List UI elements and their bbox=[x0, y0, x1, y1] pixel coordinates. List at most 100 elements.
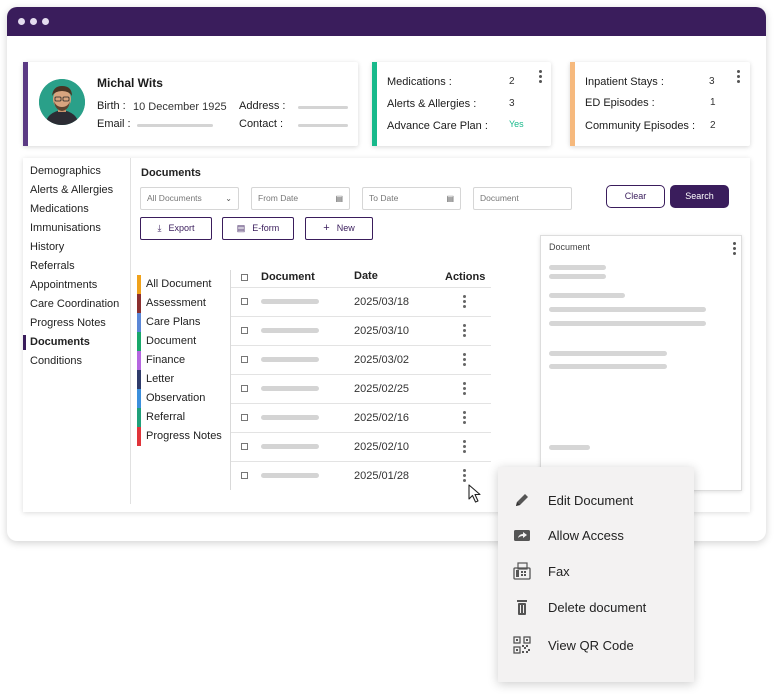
table-row[interactable]: 2025/02/25 bbox=[231, 374, 491, 403]
birth-value: 10 December 1925 bbox=[133, 101, 227, 113]
menu-item-fax[interactable]: Fax bbox=[498, 559, 694, 583]
menu-item-edit-document[interactable]: Edit Document bbox=[498, 488, 694, 512]
patient-name: Michal Wits bbox=[97, 76, 163, 90]
new-button-label: New bbox=[336, 223, 355, 233]
from-date-field[interactable]: From Date ▤ bbox=[251, 187, 350, 210]
search-button[interactable]: Search bbox=[670, 185, 729, 208]
row-actions-icon[interactable] bbox=[463, 324, 466, 339]
preview-content-line bbox=[549, 351, 667, 356]
type-stripe bbox=[137, 332, 141, 351]
document-name-placeholder bbox=[261, 328, 319, 333]
row-checkbox[interactable] bbox=[241, 385, 248, 392]
title-bar bbox=[7, 7, 766, 36]
calendar-icon: ▤ bbox=[335, 194, 343, 203]
window-dot-icon[interactable] bbox=[18, 18, 25, 25]
doc-type-referral[interactable]: Referral bbox=[137, 408, 222, 427]
eform-button[interactable]: ▤ E-form bbox=[222, 217, 294, 240]
doc-type-progress-notes[interactable]: Progress Notes bbox=[137, 427, 222, 446]
type-stripe bbox=[137, 370, 141, 389]
row-checkbox[interactable] bbox=[241, 414, 248, 421]
email-label: Email : bbox=[97, 118, 131, 130]
share-icon bbox=[514, 530, 530, 541]
preview-content-line bbox=[549, 293, 625, 298]
preview-content-line bbox=[549, 265, 606, 270]
doc-type-document[interactable]: Document bbox=[137, 332, 222, 351]
table-row[interactable]: 2025/02/16 bbox=[231, 403, 491, 432]
window-dot-icon[interactable] bbox=[30, 18, 37, 25]
sidebar-item-progress-notes[interactable]: Progress Notes bbox=[23, 314, 130, 333]
row-actions-icon[interactable] bbox=[463, 353, 466, 368]
doc-type-letter[interactable]: Letter bbox=[137, 370, 222, 389]
to-date-placeholder: To Date bbox=[369, 193, 399, 203]
summary-card-menu-icon[interactable] bbox=[539, 70, 542, 85]
row-date: 2025/02/16 bbox=[354, 412, 410, 424]
episodes-card-accent bbox=[570, 62, 575, 146]
document-type-select[interactable]: All Documents ⌄ bbox=[140, 187, 239, 210]
table-row[interactable]: 2025/01/28 bbox=[231, 461, 491, 490]
row-checkbox[interactable] bbox=[241, 356, 248, 363]
preview-menu-icon[interactable] bbox=[733, 242, 736, 257]
select-all-checkbox[interactable] bbox=[241, 274, 248, 281]
table-row[interactable]: 2025/03/02 bbox=[231, 345, 491, 374]
type-stripe bbox=[137, 427, 141, 446]
document-search-input[interactable]: Document bbox=[473, 187, 572, 210]
row-actions-icon[interactable] bbox=[463, 295, 466, 310]
table-row[interactable]: 2025/03/10 bbox=[231, 316, 491, 345]
sidebar-item-documents[interactable]: Documents bbox=[23, 333, 130, 352]
sidebar-item-appointments[interactable]: Appointments bbox=[23, 276, 130, 295]
sidebar-item-demographics[interactable]: Demographics bbox=[23, 162, 130, 181]
doc-type-label: Care Plans bbox=[146, 316, 201, 328]
preview-content-line bbox=[549, 307, 706, 312]
row-checkbox[interactable] bbox=[241, 472, 248, 479]
table-row[interactable]: 2025/03/18 bbox=[231, 287, 491, 316]
doc-type-observation[interactable]: Observation bbox=[137, 389, 222, 408]
sidebar-item-medications[interactable]: Medications bbox=[23, 200, 130, 219]
export-button[interactable]: ⤓ Export bbox=[140, 217, 212, 240]
eform-button-label: E-form bbox=[252, 223, 280, 233]
row-actions-icon[interactable] bbox=[463, 382, 466, 397]
document-name-placeholder bbox=[261, 386, 319, 391]
row-checkbox[interactable] bbox=[241, 327, 248, 334]
menu-item-label: Allow Access bbox=[548, 527, 624, 543]
row-actions-icon[interactable] bbox=[463, 440, 466, 455]
to-date-field[interactable]: To Date ▤ bbox=[362, 187, 461, 210]
sidebar-item-care-coordination[interactable]: Care Coordination bbox=[23, 295, 130, 314]
sidebar-item-history[interactable]: History bbox=[23, 238, 130, 257]
chevron-down-icon: ⌄ bbox=[225, 194, 232, 203]
contact-placeholder-line bbox=[298, 124, 348, 127]
doc-type-label: Assessment bbox=[146, 297, 206, 309]
patient-card: Michal Wits Birth : 10 December 1925 Ema… bbox=[23, 62, 358, 146]
doc-type-all-document[interactable]: All Document bbox=[137, 275, 222, 294]
menu-item-delete-document[interactable]: Delete document bbox=[498, 595, 694, 619]
doc-type-finance[interactable]: Finance bbox=[137, 351, 222, 370]
doc-type-label: All Document bbox=[146, 278, 212, 290]
doc-type-label: Referral bbox=[146, 411, 186, 423]
row-checkbox[interactable] bbox=[241, 443, 248, 450]
sidebar-item-referrals[interactable]: Referrals bbox=[23, 257, 130, 276]
menu-item-view-qr-code[interactable]: View QR Code bbox=[498, 633, 694, 657]
sidebar-item-immunisations[interactable]: Immunisations bbox=[23, 219, 130, 238]
window-dot-icon[interactable] bbox=[42, 18, 49, 25]
table-row[interactable]: 2025/02/10 bbox=[231, 432, 491, 461]
menu-item-label: View QR Code bbox=[548, 637, 634, 653]
document-type-select-value: All Documents bbox=[147, 193, 202, 203]
doc-type-assessment[interactable]: Assessment bbox=[137, 294, 222, 313]
row-actions-icon[interactable] bbox=[463, 469, 466, 484]
row-date: 2025/01/28 bbox=[354, 470, 410, 482]
ed-value: 1 bbox=[710, 97, 716, 108]
type-stripe bbox=[137, 313, 141, 332]
preview-content-line bbox=[549, 274, 606, 279]
clear-button[interactable]: Clear bbox=[606, 185, 665, 208]
contact-label: Contact : bbox=[239, 118, 284, 130]
episodes-card-menu-icon[interactable] bbox=[737, 70, 740, 85]
sidebar-item-conditions[interactable]: Conditions bbox=[23, 352, 130, 371]
doc-type-label: Finance bbox=[146, 354, 186, 366]
document-name-placeholder bbox=[261, 415, 319, 420]
new-button[interactable]: + New bbox=[305, 217, 373, 240]
row-checkbox[interactable] bbox=[241, 298, 248, 305]
menu-item-allow-access[interactable]: Allow Access bbox=[498, 523, 694, 547]
doc-type-care-plans[interactable]: Care Plans bbox=[137, 313, 222, 332]
sidebar-item-alerts-allergies[interactable]: Alerts & Allergies bbox=[23, 181, 130, 200]
preview-content-line bbox=[549, 445, 590, 450]
row-actions-icon[interactable] bbox=[463, 411, 466, 426]
